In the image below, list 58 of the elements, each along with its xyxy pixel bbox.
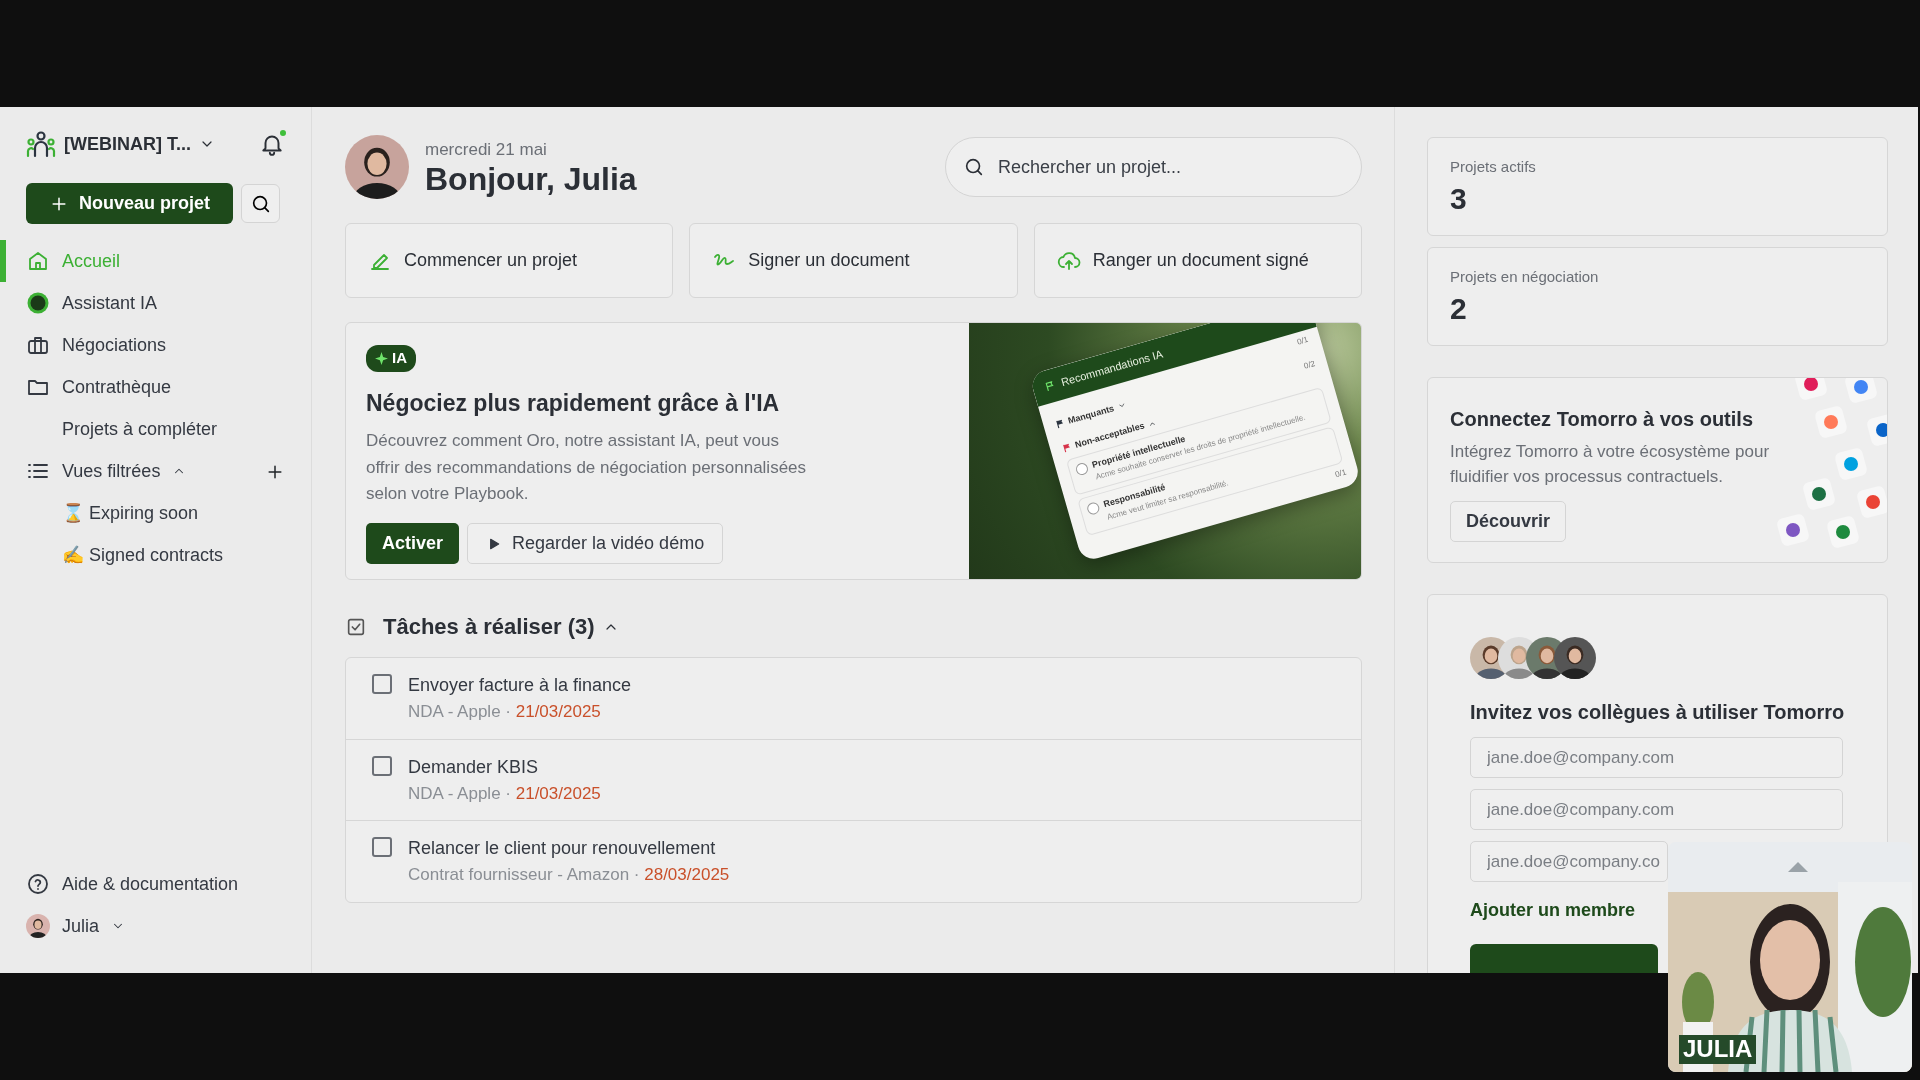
- task-checkbox[interactable]: [372, 837, 392, 857]
- stat-value: 3: [1450, 180, 1468, 217]
- ai-badge: IA: [366, 345, 416, 372]
- name-caption: JULIA: [1679, 1035, 1757, 1064]
- activate-button[interactable]: Activer: [366, 523, 460, 565]
- nav-item[interactable]: Assistant IA: [0, 282, 311, 324]
- search-field[interactable]: Rechercher un projet...: [945, 137, 1362, 197]
- email-field[interactable]: jane.doe@company.co: [1470, 841, 1668, 882]
- task-details: NDA - Apple · 21/03/2025: [408, 782, 601, 805]
- task-details: NDA - Apple · 21/03/2025: [408, 701, 602, 723]
- mockup-count: 0/1: [1333, 466, 1348, 481]
- email-field[interactable]: jane.doe@company.com: [1470, 737, 1843, 778]
- nav-item[interactable]: Projets à compléter: [0, 408, 311, 450]
- task-checkbox[interactable]: [372, 674, 392, 694]
- task-title: Relancer le client pour renouvellement: [408, 837, 717, 860]
- watch-demo-button[interactable]: Regarder la vidéo démo: [467, 523, 724, 565]
- search-button[interactable]: [241, 184, 280, 223]
- quick-action-button[interactable]: Ranger un document signé: [1033, 223, 1362, 298]
- mockup-count: 0/2: [1302, 357, 1317, 373]
- integrations-description: Intégrez Tomorro à votre écosystème pour fluidifier vos processus contractuels.: [1450, 441, 1771, 488]
- quick-action-button[interactable]: Signer un document: [689, 223, 1018, 298]
- workspace-selector[interactable]: [WEBINAR] T...: [64, 130, 215, 158]
- email-field[interactable]: jane.doe@company.com: [1470, 789, 1843, 830]
- notification-bell[interactable]: [259, 131, 285, 157]
- user-menu[interactable]: Julia: [0, 905, 311, 947]
- tasks-section-toggle[interactable]: Tâches à réaliser (3): [383, 610, 619, 643]
- search-icon: [963, 156, 985, 178]
- task-title: Envoyer facture à la finance: [408, 674, 632, 697]
- avatar: [1554, 637, 1596, 679]
- task-checkbox[interactable]: [372, 755, 392, 776]
- sparkle-icon: [375, 351, 388, 365]
- nav-item[interactable]: Contrathèque: [0, 366, 311, 408]
- assistant-icon: [26, 291, 50, 315]
- filtered-view-item[interactable]: ✍ Signed contracts: [0, 534, 311, 576]
- nav-item[interactable]: Négociations: [0, 324, 311, 366]
- promo-description: Découvrez comment Oro, notre assistant IA, peut vous offrir des recommandations de négociation personnalisées selon votre Playbook.: [366, 430, 808, 505]
- stat-value: 2: [1450, 290, 1468, 327]
- discover-button[interactable]: Découvrir: [1450, 501, 1567, 543]
- help-icon: [26, 872, 50, 896]
- filtered-view-item[interactable]: ⌛ Expiring soon: [0, 492, 311, 534]
- filtered-views-toggle[interactable]: Vues filtrées: [0, 450, 187, 492]
- task-details: Contrat fournisseur - Amazon · 28/03/2025: [408, 864, 730, 886]
- invite-title: Invitez vos collègues à utiliser Tomorro: [1470, 700, 1845, 725]
- mockup-count: 0/1: [1295, 333, 1310, 349]
- greeting-title: Bonjour, Julia: [425, 162, 637, 198]
- promo-title: Négociez plus rapidement grâce à l'IA: [366, 388, 781, 418]
- stat-label: Projets en négociation: [1450, 267, 1600, 287]
- date-text: mercredi 21 mai: [425, 138, 548, 161]
- new-project-button[interactable]: Nouveau projet: [26, 183, 233, 224]
- avatar: [26, 914, 50, 938]
- home-icon: [26, 249, 50, 273]
- stat-label: Projets actifs: [1450, 157, 1537, 177]
- quick-action-button[interactable]: Commencer un projet: [345, 223, 674, 298]
- team-icon: [26, 129, 56, 159]
- add-member-link[interactable]: Ajouter un membre: [1470, 897, 1636, 924]
- integrations-title: Connectez Tomorro à vos outils: [1450, 407, 1754, 432]
- task-title: Demander KBIS: [408, 755, 540, 779]
- help-link[interactable]: Aide & documentation: [0, 863, 311, 905]
